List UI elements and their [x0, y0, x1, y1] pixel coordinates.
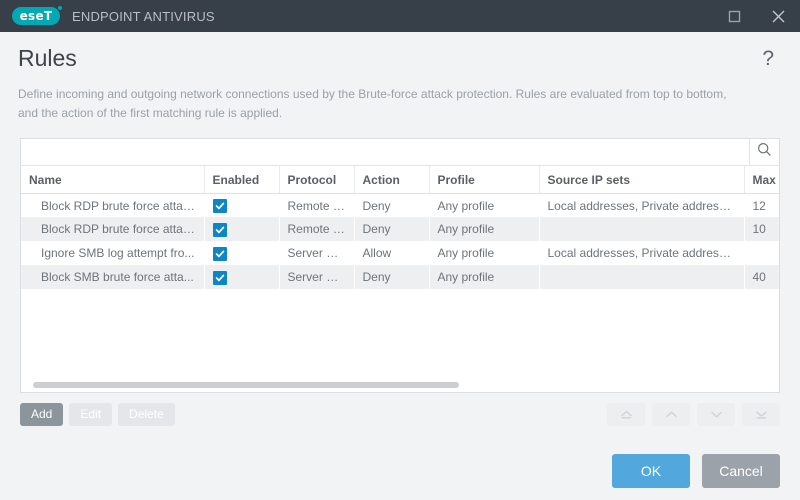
- column-header-name[interactable]: Name: [21, 166, 205, 194]
- move-to-bottom-button[interactable]: [742, 402, 780, 426]
- column-header-profile[interactable]: Profile: [429, 166, 540, 194]
- enabled-checkbox[interactable]: [212, 270, 227, 285]
- cell-action: Deny: [362, 198, 391, 213]
- cell-action: Deny: [354, 265, 429, 290]
- cell-profile: Any profile: [429, 217, 539, 242]
- add-button[interactable]: Add: [20, 402, 64, 426]
- window-controls: [712, 0, 800, 32]
- title-bar: eseT ENDPOINT ANTIVIRUS: [0, 0, 800, 32]
- cell-source-ip: Local addresses, Private addresses: [547, 198, 738, 213]
- column-header-source-ip[interactable]: Source IP sets: [539, 166, 745, 194]
- move-down-icon: [709, 408, 724, 421]
- move-down-button[interactable]: [697, 402, 735, 426]
- cell-source-ip: Local addresses, Private addresses: [547, 246, 738, 261]
- page-header: Rules ?: [0, 32, 800, 71]
- move-up-button[interactable]: [652, 402, 690, 426]
- cell-protocol: Server Mes...: [287, 246, 354, 261]
- cell-name: Block SMB brute force atta...: [21, 265, 204, 290]
- product-name: ENDPOINT ANTIVIRUS: [72, 8, 215, 24]
- eset-logo-text: eseT: [19, 9, 53, 23]
- enabled-checkbox[interactable]: [212, 199, 227, 214]
- toolbar-left-group: Add Edit Delete: [20, 402, 175, 426]
- search-row: [21, 139, 779, 167]
- cell-name: Block RDP brute force attack...: [21, 217, 204, 242]
- help-icon[interactable]: ?: [758, 46, 778, 71]
- dialog-footer: OK Cancel: [0, 442, 800, 500]
- cell-action: Allow: [362, 246, 392, 261]
- ok-button[interactable]: OK: [612, 454, 690, 488]
- move-to-bottom-icon: [754, 408, 769, 421]
- table-row[interactable]: Block RDP brute force attack... Remote D…: [21, 193, 779, 217]
- column-header-action[interactable]: Action: [354, 166, 430, 194]
- cell-enabled[interactable]: [204, 241, 279, 265]
- move-to-top-icon: [619, 408, 634, 421]
- cell-max: 10: [744, 217, 779, 242]
- close-icon: [771, 9, 786, 24]
- move-up-icon: [664, 408, 679, 421]
- cell-profile: Any profile: [437, 246, 495, 261]
- move-to-top-button[interactable]: [607, 402, 645, 426]
- cell-action: Deny: [354, 217, 429, 242]
- cell-profile: Any profile: [429, 265, 539, 290]
- scrollbar-thumb[interactable]: [33, 382, 459, 389]
- cell-protocol: Server Mes...: [279, 265, 354, 290]
- close-button[interactable]: [756, 0, 800, 32]
- rules-table-scroll: Name Enabled Protocol Action Profile Sou…: [21, 166, 779, 378]
- column-header-max[interactable]: Max: [744, 166, 779, 194]
- column-header-protocol[interactable]: Protocol: [279, 166, 355, 194]
- cell-profile: Any profile: [437, 198, 495, 213]
- edit-button[interactable]: Edit: [69, 402, 113, 426]
- cell-name: Block RDP brute force attack...: [41, 198, 204, 213]
- search-input[interactable]: [21, 139, 749, 166]
- cell-max: 12: [752, 198, 766, 213]
- enabled-checkbox[interactable]: [212, 222, 227, 237]
- table-row[interactable]: Block RDP brute force attack... Remote D…: [21, 217, 779, 242]
- column-header-enabled[interactable]: Enabled: [204, 166, 280, 194]
- cell-enabled[interactable]: [204, 193, 279, 217]
- search-button[interactable]: [749, 139, 779, 166]
- search-icon: [757, 142, 772, 162]
- table-header-row: Name Enabled Protocol Action Profile Sou…: [21, 166, 779, 194]
- table-row[interactable]: Block SMB brute force atta... Server Mes…: [21, 265, 779, 290]
- rules-panel: Name Enabled Protocol Action Profile Sou…: [20, 138, 780, 394]
- cell-protocol: Remote De...: [279, 217, 354, 242]
- page-description: Define incoming and outgoing network con…: [18, 87, 727, 120]
- cancel-button[interactable]: Cancel: [702, 454, 780, 488]
- cell-name: Ignore SMB log attempt fro...: [41, 246, 195, 261]
- horizontal-scrollbar[interactable]: [21, 378, 779, 393]
- rules-table: Name Enabled Protocol Action Profile Sou…: [21, 166, 779, 290]
- cell-enabled[interactable]: [204, 217, 279, 242]
- cell-enabled[interactable]: [204, 265, 279, 290]
- cell-max: 40: [744, 265, 779, 290]
- delete-button[interactable]: Delete: [118, 402, 175, 426]
- table-row[interactable]: Ignore SMB log attempt fro... Server Mes…: [21, 241, 779, 265]
- toolbar-right-group: [607, 402, 780, 426]
- scrollbar-track[interactable]: [33, 382, 767, 389]
- cell-source-ip: [539, 265, 744, 290]
- cell-max: [744, 241, 779, 265]
- eset-logo-dot: [58, 6, 62, 10]
- page-title: Rules: [18, 45, 77, 71]
- eset-logo: eseT: [12, 6, 62, 25]
- enabled-checkbox[interactable]: [212, 246, 227, 261]
- square-icon: [728, 10, 741, 23]
- cell-protocol: Remote De...: [287, 198, 354, 213]
- maximize-button[interactable]: [712, 0, 756, 32]
- cell-source-ip: [539, 217, 744, 242]
- rules-toolbar: Add Edit Delete: [20, 401, 780, 427]
